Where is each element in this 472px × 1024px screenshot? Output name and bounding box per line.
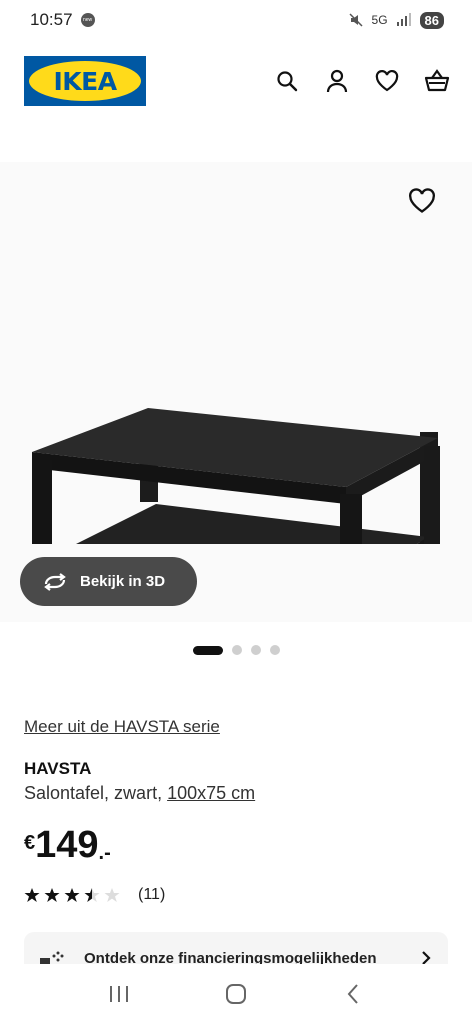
ikea-logo[interactable]: IKEA	[24, 56, 146, 106]
carousel-dot[interactable]	[231, 645, 242, 655]
star-full-icon	[44, 888, 60, 902]
favorite-heart-icon[interactable]	[408, 188, 436, 216]
carousel-dot[interactable]	[250, 645, 261, 655]
app-header: IKEA	[0, 52, 472, 112]
logo-text: IKEA	[53, 66, 117, 96]
product-description: Salontafel, zwart, 100x75 cm	[24, 783, 255, 804]
battery-level: 86	[419, 11, 444, 29]
header-actions	[274, 68, 450, 94]
product-name: HAVSTA	[24, 759, 92, 778]
cart-icon[interactable]	[424, 68, 450, 94]
price-suffix: .-	[98, 842, 111, 864]
status-left: 10:57 new	[30, 10, 95, 30]
product-size-link[interactable]: 100x75 cm	[167, 783, 255, 803]
back-icon[interactable]	[338, 979, 368, 1009]
product-image	[32, 408, 440, 544]
star-full-icon	[24, 888, 40, 902]
heart-icon[interactable]	[374, 68, 400, 94]
status-right: 5G 86	[348, 11, 444, 29]
product-gallery[interactable]: Bekijk in 3D	[0, 162, 472, 622]
carousel-dot[interactable]	[269, 645, 280, 655]
star-empty-icon	[104, 888, 120, 902]
rotate-3d-icon	[44, 572, 66, 591]
rating-count: (11)	[138, 886, 166, 903]
signal-icon	[396, 13, 411, 26]
carousel-dot-active[interactable]	[192, 645, 223, 655]
system-nav-bar	[0, 964, 472, 1024]
logo-oval: IKEA	[29, 61, 141, 101]
series-link[interactable]: Meer uit de HAVSTA serie	[24, 717, 220, 737]
product-type: Salontafel, zwart,	[24, 783, 163, 803]
notification-badge: new	[80, 13, 95, 27]
star-half-icon	[84, 888, 100, 902]
home-icon[interactable]	[221, 979, 251, 1009]
status-bar: 10:57 new 5G 86	[0, 0, 472, 40]
product-price: € 149 .-	[24, 826, 111, 865]
price-currency: €	[24, 832, 36, 854]
view-3d-button[interactable]: Bekijk in 3D	[20, 557, 197, 606]
view-3d-label: Bekijk in 3D	[80, 573, 166, 590]
recent-apps-icon[interactable]	[104, 979, 134, 1009]
network-label: 5G	[371, 13, 388, 27]
user-icon[interactable]	[324, 68, 350, 94]
star-full-icon	[64, 888, 80, 902]
carousel-indicator	[0, 645, 472, 655]
product-rating[interactable]: (11)	[24, 886, 165, 904]
mute-icon	[348, 13, 363, 27]
search-icon[interactable]	[274, 68, 300, 94]
status-time: 10:57	[30, 10, 73, 29]
price-amount: 149	[35, 824, 99, 866]
